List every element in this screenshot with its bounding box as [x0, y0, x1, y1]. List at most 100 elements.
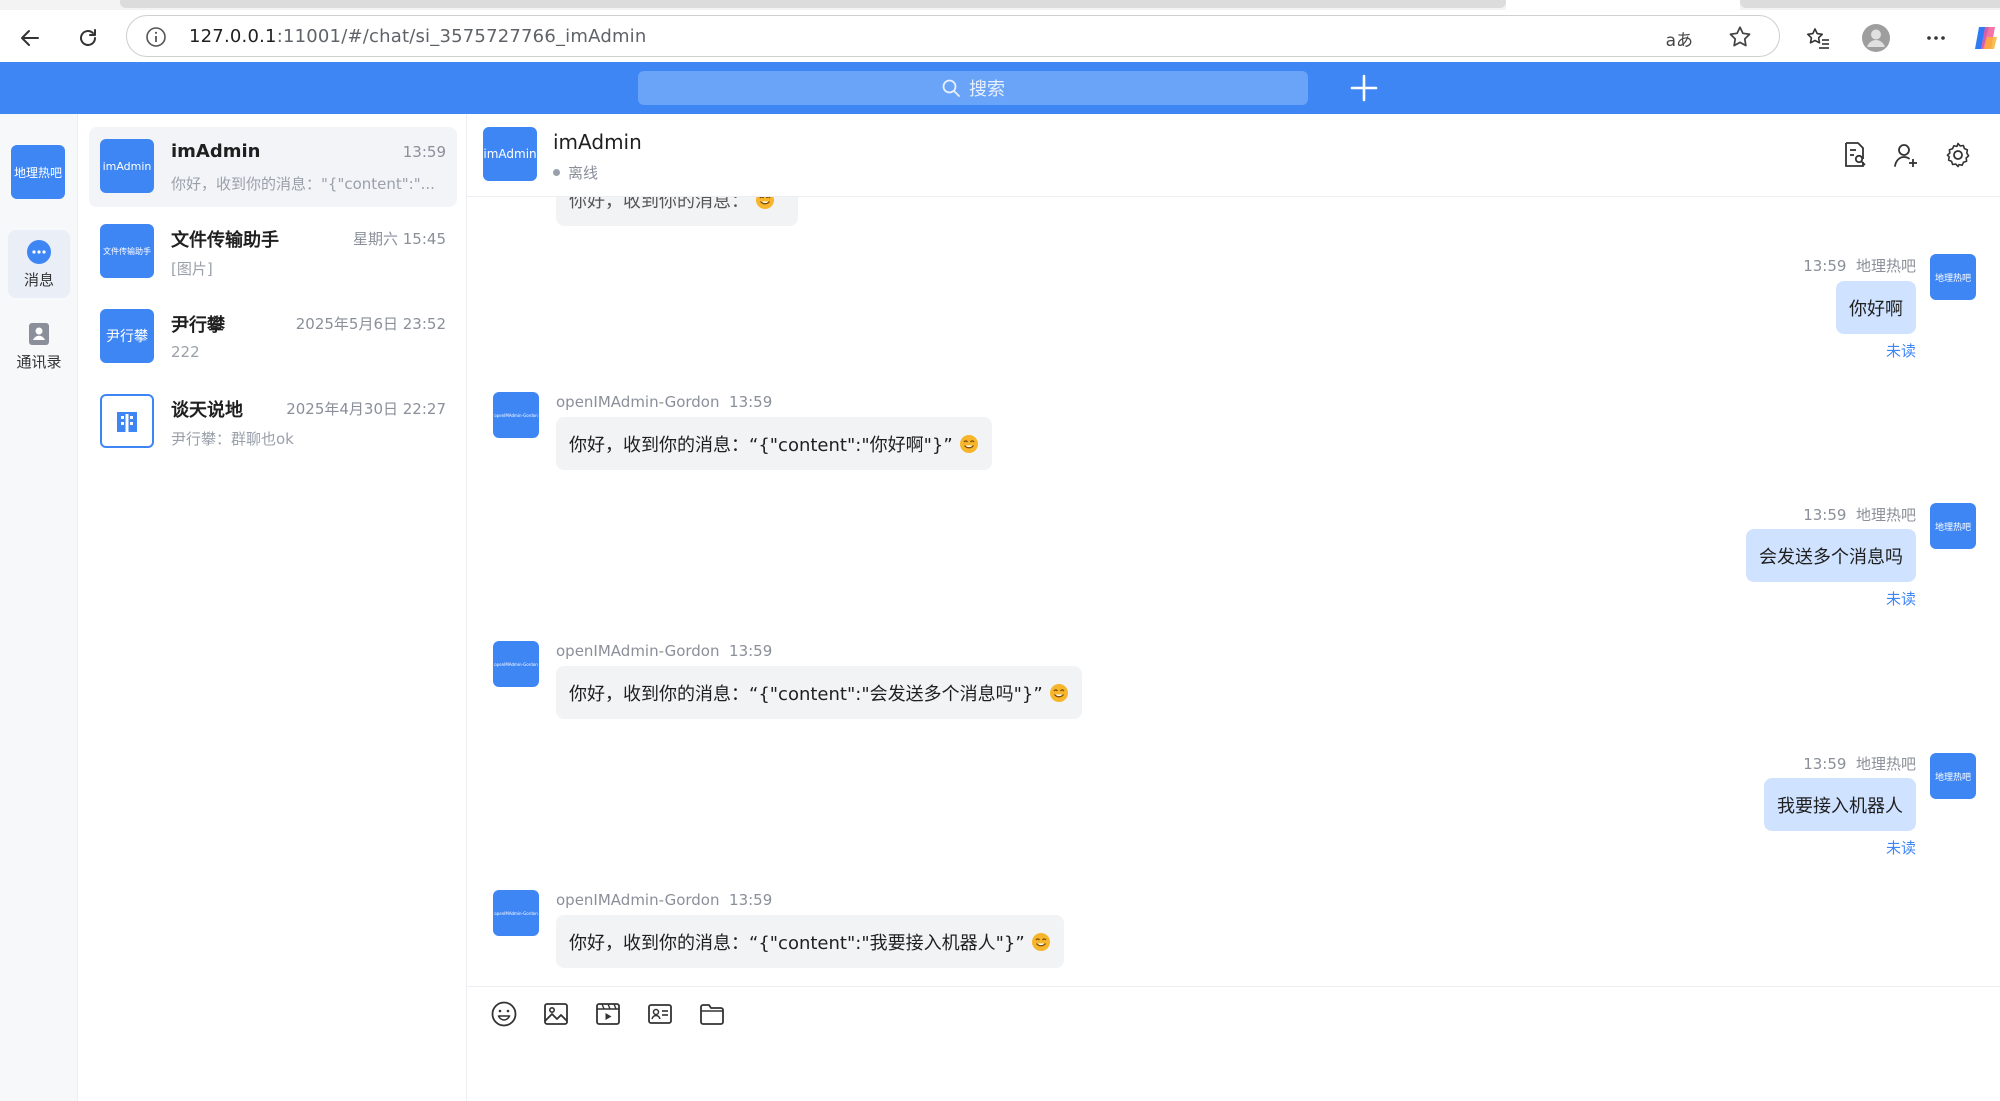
search-icon [942, 79, 960, 97]
message-bubble[interactable]: 你好，收到你的消息：“{"content":"我要接入机器人"}” [556, 915, 1064, 968]
message-text: 会发送多个消息吗 [1759, 546, 1903, 568]
conversation-item[interactable]: 尹行攀 尹行攀 2025年5月6日 23:52 222 [89, 297, 457, 377]
conversation-name: 尹行攀 [171, 315, 225, 336]
contact-card-icon[interactable] [645, 999, 675, 1029]
conversation-avatar: imAdmin [100, 139, 154, 193]
unread-status: 未读 [1885, 342, 1916, 360]
copilot-icon [1975, 27, 1997, 49]
search-history-icon[interactable] [1839, 140, 1869, 170]
unread-status: 未读 [1885, 590, 1916, 608]
chat-panel: imAdmin imAdmin 离线 你好，收到你的消息： 地理热吧 13:59… [467, 114, 2000, 1101]
conversation-name: 谈天说地 [171, 400, 243, 421]
profile-button[interactable] [1858, 20, 1894, 56]
peer-avatar-label: openIMAdmin-Gordon [494, 412, 538, 418]
message-meta: openIMAdmin-Gordon 13:59 [556, 393, 772, 411]
self-avatar-label: 地理热吧 [1934, 273, 1971, 284]
peer-avatar[interactable]: openIMAdmin-Gordon [493, 890, 539, 936]
copilot-button[interactable] [1968, 20, 2000, 56]
nav-contacts[interactable]: 通讯录 [8, 312, 70, 380]
add-user-icon[interactable] [1891, 140, 1921, 170]
message-meta: openIMAdmin-Gordon 13:59 [556, 642, 772, 660]
peer-avatar[interactable]: openIMAdmin-Gordon [493, 641, 539, 687]
message-time: 13:59 [729, 393, 773, 411]
conversation-preview: 222 [171, 343, 200, 361]
conversation-preview: [图片] [171, 260, 213, 278]
self-avatar-label: 地理热吧 [1934, 522, 1971, 533]
message-meta: openIMAdmin-Gordon 13:59 [556, 891, 772, 909]
message-sender: 地理热吧 [1855, 755, 1916, 773]
smile-emoji-icon [1049, 683, 1068, 702]
message-bubble[interactable]: 会发送多个消息吗 [1746, 529, 1916, 582]
conversation-item[interactable]: 谈天说地 2025年4月30日 22:27 尹行攀：群聊也ok [89, 382, 457, 462]
message-bubble[interactable]: 你好，收到你的消息：“{"content":"会发送多个消息吗"}” [556, 666, 1082, 719]
conversation-preview: 尹行攀：群聊也ok [171, 430, 294, 448]
conversation-preview: 你好，收到你的消息："{"content":"... [171, 175, 435, 193]
nav-messages[interactable]: 消息 [8, 230, 70, 298]
message-bubble[interactable]: 你好啊 [1836, 281, 1916, 334]
building-icon [117, 412, 137, 432]
message-sender: 地理热吧 [1855, 257, 1916, 275]
message-text: 我要接入机器人 [1777, 795, 1903, 817]
nav-messages-label: 消息 [23, 270, 54, 289]
plus-icon[interactable] [1348, 72, 1380, 104]
self-avatar[interactable]: 地理热吧 [1930, 503, 1976, 549]
search-box[interactable]: 搜索 [638, 71, 1308, 105]
url-host: 127.0.0.1 [189, 26, 277, 47]
message-time: 13:59 [729, 642, 773, 660]
message-bubble[interactable]: 你好，收到你的消息： [556, 197, 798, 226]
message-bubble[interactable]: 我要接入机器人 [1764, 778, 1916, 831]
self-avatar[interactable]: 地理热吧 [1930, 753, 1976, 799]
favorites-button[interactable] [1800, 20, 1836, 56]
self-avatar[interactable]: 地理热吧 [1930, 254, 1976, 300]
conversation-time: 2025年4月30日 22:27 [286, 400, 446, 418]
message-meta: 13:59 地理热吧 [1803, 753, 1916, 774]
read-aloud-button[interactable]: aあ [1666, 26, 1693, 51]
more-options-button[interactable] [1918, 20, 1954, 56]
chat-avatar[interactable]: imAdmin [483, 127, 537, 181]
info-icon[interactable] [145, 26, 167, 48]
reload-button[interactable] [68, 18, 108, 58]
url-text[interactable]: 127.0.0.1:11001/#/chat/si_3575727766_imA… [189, 26, 646, 47]
browser-tab[interactable] [1740, 0, 2000, 8]
status-text: 离线 [568, 164, 599, 182]
peer-avatar[interactable]: openIMAdmin-Gordon [493, 392, 539, 438]
message-time: 13:59 [729, 891, 773, 909]
message-text: 你好，收到你的消息：“{"content":"会发送多个消息吗"}” [569, 683, 1043, 705]
address-bar[interactable]: 127.0.0.1:11001/#/chat/si_3575727766_imA… [126, 15, 1780, 57]
star-icon[interactable] [1727, 24, 1753, 50]
gear-icon[interactable] [1943, 140, 1973, 170]
conversation-time: 星期六 15:45 [353, 230, 446, 248]
conversation-name: imAdmin [171, 141, 261, 162]
self-avatar-label: 地理热吧 [1934, 772, 1971, 783]
conversation-time: 13:59 [402, 143, 446, 161]
chat-bubble-icon [27, 239, 51, 264]
message-list[interactable]: 你好，收到你的消息： 地理热吧 13:59 地理热吧 你好啊 未读 openIM… [467, 197, 2000, 986]
smile-emoji-icon [959, 434, 978, 453]
unread-status: 未读 [1885, 839, 1916, 857]
conversation-item[interactable]: imAdmin imAdmin 13:59 你好，收到你的消息："{"conte… [89, 127, 457, 207]
message-time: 13:59 [1803, 257, 1847, 275]
peer-avatar-label: openIMAdmin-Gordon [494, 661, 538, 667]
chat-title: imAdmin [553, 130, 642, 154]
conversation-list: imAdmin imAdmin 13:59 你好，收到你的消息："{"conte… [78, 114, 467, 1101]
browser-active-tab[interactable] [1506, 0, 1740, 10]
message-time: 13:59 [1803, 506, 1847, 524]
search-placeholder: 搜索 [969, 79, 1005, 100]
message-composer[interactable] [467, 986, 2000, 1101]
video-icon[interactable] [593, 999, 623, 1029]
conversation-item[interactable]: 文件传输助手 文件传输助手 星期六 15:45 [图片] [89, 212, 457, 292]
browser-tab[interactable] [120, 0, 1506, 8]
nav-contacts-label: 通讯录 [16, 352, 62, 371]
reload-icon [80, 29, 96, 46]
my-avatar[interactable]: 地理热吧 [11, 145, 65, 199]
message-text: 你好啊 [1849, 298, 1903, 320]
ellipsis-icon [1927, 36, 1945, 40]
back-button[interactable] [10, 18, 50, 58]
emoji-icon[interactable] [489, 999, 519, 1029]
message-bubble[interactable]: 你好，收到你的消息：“{"content":"你好啊"}” [556, 417, 992, 470]
browser-tab-strip [0, 0, 2000, 10]
folder-icon[interactable] [697, 999, 727, 1029]
message-sender: openIMAdmin-Gordon [556, 642, 720, 660]
image-icon[interactable] [541, 999, 571, 1029]
message-text: 你好，收到你的消息： [569, 197, 749, 212]
